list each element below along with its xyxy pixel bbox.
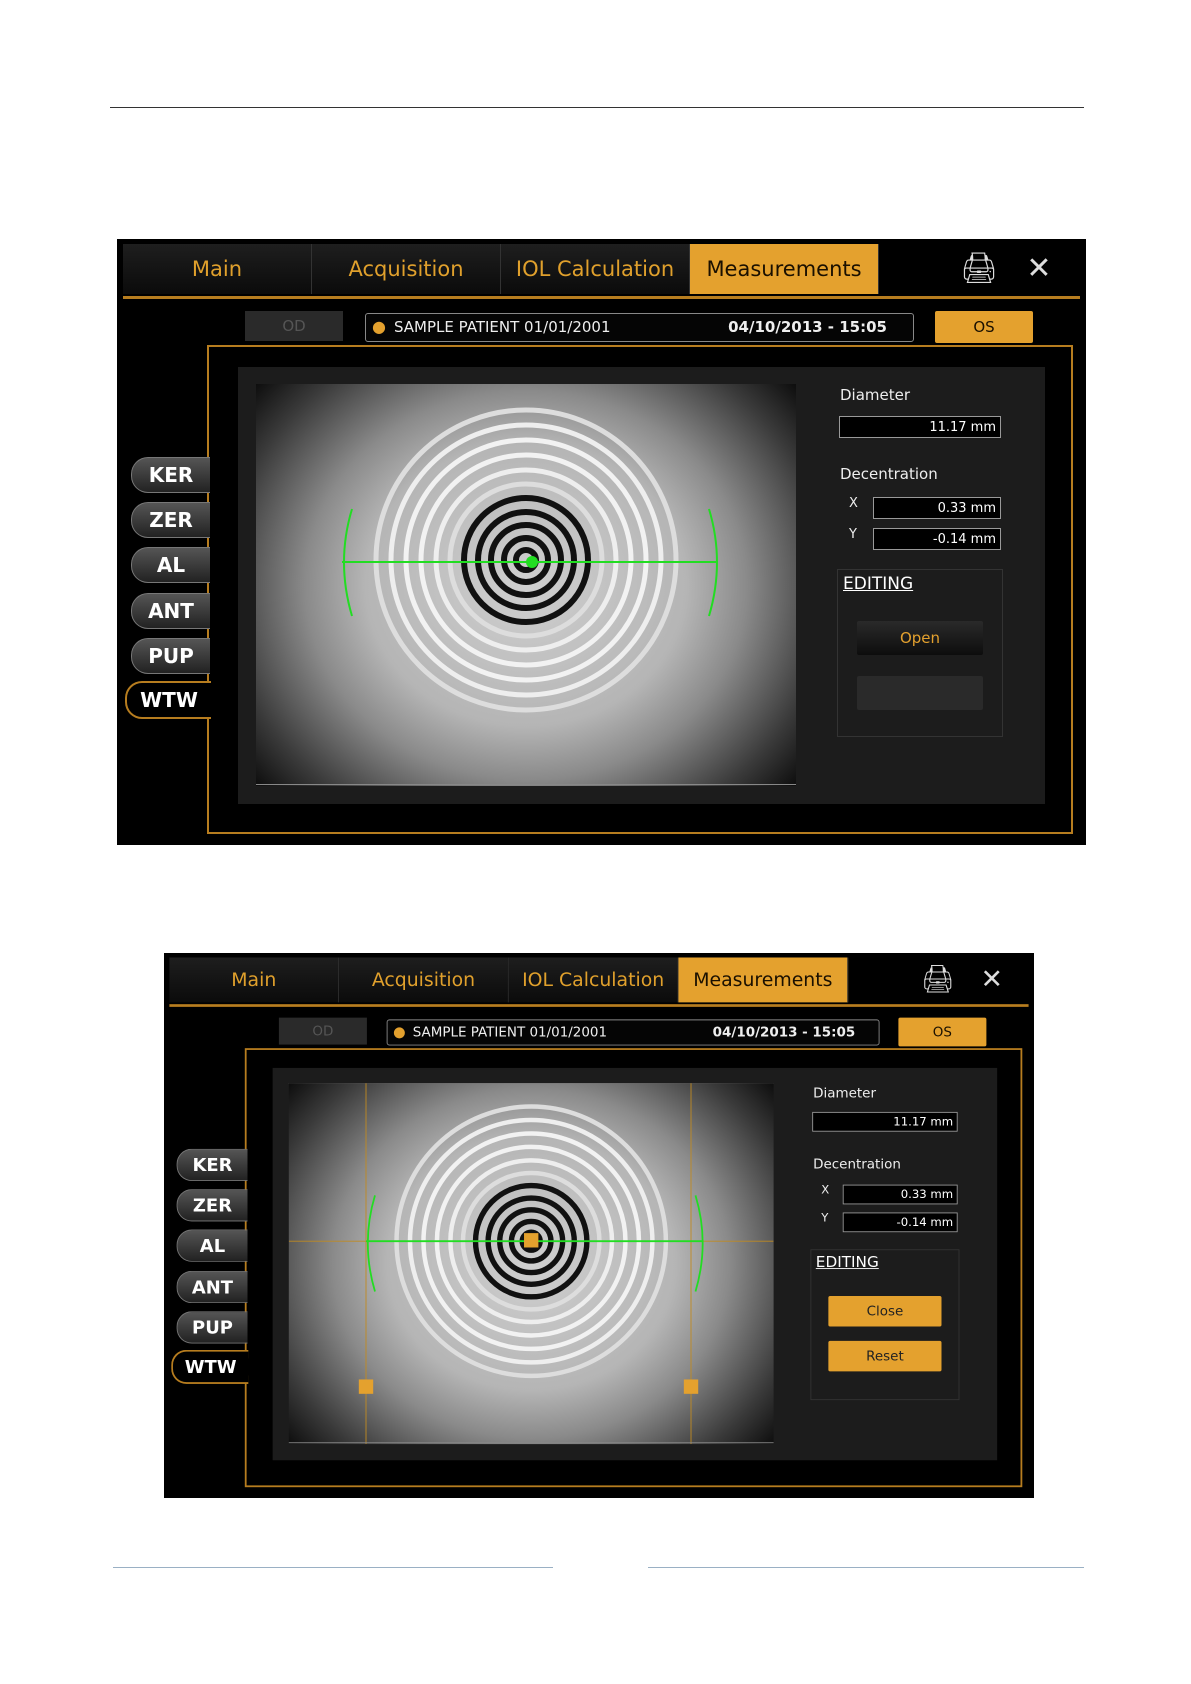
editing-label: EDITING [815,1253,879,1272]
decentration-label: Decentration [840,465,938,483]
footer-rule-right [648,1567,1084,1568]
center-handle[interactable] [524,1233,539,1248]
eye-image [288,1083,774,1445]
y-field: -0.14 mm [842,1212,958,1233]
edit-overlay [288,1083,774,1445]
diameter-label: Diameter [813,1084,876,1102]
screenshot-edit-mode: Main Acquisition IOL Calculation Measure… [164,953,1034,1498]
right-handle[interactable] [683,1379,699,1394]
od-button[interactable]: OD [245,311,343,341]
tab-iol-calculation[interactable]: IOL Calculation [508,957,679,1003]
x-field: 0.33 mm [842,1184,958,1205]
side-tab-al[interactable]: AL [131,547,210,583]
patient-name: SAMPLE PATIENT 01/01/2001 [412,1023,608,1041]
tools-icon[interactable]: ✕ [972,962,1012,998]
tab-acquisition[interactable]: Acquisition [312,244,501,294]
x-label: X [849,496,858,511]
limbus-right-arc [694,1195,704,1292]
side-tab-al[interactable]: AL [176,1229,248,1262]
tools-icon[interactable]: ✕ [1017,249,1061,289]
screenshot-view-mode: Main Acquisition IOL Calculation Measure… [117,239,1086,845]
editing-label: EDITING [843,574,914,594]
os-button[interactable]: OS [898,1017,987,1047]
close-button[interactable]: Close [828,1295,942,1327]
limbus-left-arc [366,1195,376,1292]
footer-rule-left [113,1567,553,1568]
printer-icon[interactable]: 🖨 [957,249,1001,289]
measure-overlay [342,508,718,617]
open-button[interactable]: Open [857,621,983,655]
top-tab-bar: Main Acquisition IOL Calculation Measure… [123,244,879,294]
page-top-rule [110,107,1084,108]
tab-underline [169,1004,1029,1007]
side-tab-ant[interactable]: ANT [176,1270,248,1304]
patient-bar: ● SAMPLE PATIENT 01/01/2001 04/10/2013 -… [386,1019,880,1046]
patient-bar: ● SAMPLE PATIENT 01/01/2001 04/10/2013 -… [365,313,914,342]
diameter-field: 11.17 mm [839,416,1001,438]
patient-icon: ● [372,317,386,336]
side-tab-zer[interactable]: ZER [131,502,210,538]
tab-main[interactable]: Main [123,244,312,294]
side-tab-wtw[interactable]: WTW [171,1349,249,1384]
x-label: X [821,1183,830,1198]
tab-main[interactable]: Main [169,957,340,1003]
reset-button-disabled [857,676,983,710]
patient-icon: ● [392,1023,406,1041]
x-field: 0.33 mm [873,497,1001,519]
exam-datetime: 04/10/2013 - 15:05 [712,1023,856,1041]
diameter-label: Diameter [840,386,911,404]
decentration-label: Decentration [813,1155,901,1173]
top-tab-bar: Main Acquisition IOL Calculation Measure… [169,957,849,1003]
patient-name: SAMPLE PATIENT 01/01/2001 [394,318,611,336]
side-tab-pup[interactable]: PUP [176,1311,248,1344]
tab-iol-calculation[interactable]: IOL Calculation [501,244,690,294]
side-tab-ker[interactable]: KER [131,457,210,493]
eye-image [256,384,796,786]
y-field: -0.14 mm [873,528,1001,550]
left-handle[interactable] [358,1379,374,1394]
reset-button[interactable]: Reset [828,1340,942,1372]
od-button[interactable]: OD [278,1017,367,1045]
tab-underline [123,296,1080,299]
tab-measurements[interactable]: Measurements [690,244,879,294]
os-button[interactable]: OS [935,311,1033,343]
side-tab-ker[interactable]: KER [176,1148,248,1182]
y-label: Y [849,527,857,542]
side-tab-ant[interactable]: ANT [131,593,210,629]
image-bottom-rule [256,784,796,785]
diameter-field: 11.17 mm [812,1111,958,1132]
tab-acquisition[interactable]: Acquisition [339,957,509,1003]
side-tab-zer[interactable]: ZER [176,1189,248,1222]
side-tab-wtw[interactable]: WTW [125,681,211,719]
exam-datetime: 04/10/2013 - 15:05 [728,318,887,336]
printer-icon[interactable]: 🖨 [918,962,958,998]
y-label: Y [821,1211,829,1226]
tab-measurements[interactable]: Measurements [678,957,849,1003]
side-tab-pup[interactable]: PUP [131,638,210,674]
center-marker[interactable] [526,556,538,568]
image-bottom-rule [288,1442,774,1444]
